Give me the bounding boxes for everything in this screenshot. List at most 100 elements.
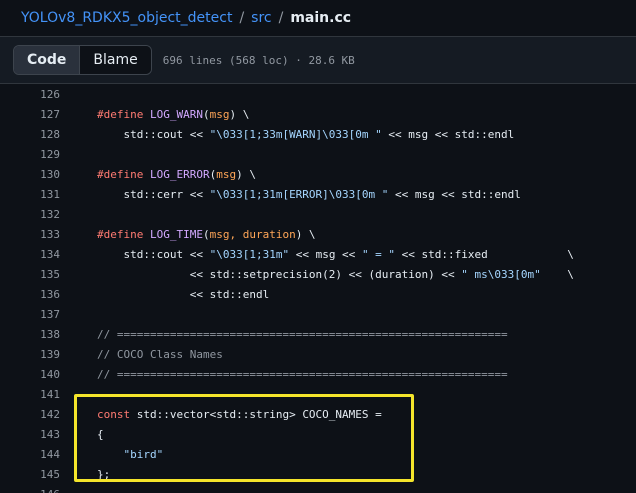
code-line: 126 [0,85,636,105]
code-token: ( [202,228,210,241]
code-token: << msg << std::endl [381,128,515,141]
code-token: << std::setprecision(2) << (duration) << [97,268,462,281]
code-token: LOG_TIME [149,228,203,241]
line-number[interactable]: 144 [0,445,60,465]
line-number[interactable]: 134 [0,245,60,265]
line-number[interactable]: 146 [0,485,60,493]
line-content: << std::setprecision(2) << (duration) <<… [97,265,574,285]
line-content: // COCO Class Names [97,345,223,365]
breadcrumb-folder-link[interactable]: src [251,10,271,26]
line-number[interactable]: 142 [0,405,60,425]
line-number[interactable]: 129 [0,145,60,165]
line-number[interactable]: 136 [0,285,60,305]
code-token: << std::endl [97,288,270,301]
code-token: LOG_WARN [149,108,203,121]
code-line: 130 #define LOG_ERROR(msg) \ [0,165,636,185]
code-token: ) \ [295,228,316,241]
code-token: ) \ [236,168,256,181]
line-number[interactable]: 127 [0,105,60,125]
code-line: 139 // COCO Class Names [0,345,636,365]
line-content: #define LOG_WARN(msg) \ [97,105,249,125]
code-token: "\033[1;31m[ERROR]\033[0m " [209,188,389,201]
code-token: ( [202,108,210,121]
code-line: 143 { [0,425,636,445]
line-content: { [97,425,104,445]
code-line: 146 [0,485,636,493]
code-token: // COCO Class Names [97,348,223,361]
line-content: // =====================================… [97,325,508,345]
line-number[interactable]: 135 [0,265,60,285]
code-token: "\033[1;33m[WARN]\033[0m " [209,128,382,141]
code-line: 133 #define LOG_TIME(msg, duration) \ [0,225,636,245]
breadcrumb-separator: / [239,10,245,26]
code-token: " ms\033[0m" [461,268,541,281]
code-line: 138 // ==================================… [0,325,636,345]
line-number[interactable]: 139 [0,345,60,365]
code-token: msg, duration [209,228,296,241]
breadcrumb-repo-link[interactable]: YOLOv8_RDKX5_object_detect [21,10,232,26]
line-content: std::cerr << "\033[1;31m[ERROR]\033[0m "… [97,185,520,205]
code-token: << std::fixed \ [395,248,574,261]
code-token: std::vector<std::string> COCO_NAMES = [136,408,382,421]
line-content: }; [97,465,110,485]
line-number[interactable]: 140 [0,365,60,385]
code-line: 137 [0,305,636,325]
view-mode-toggle: Code Blame [13,45,152,75]
line-content: std::cout << "\033[1;33m[WARN]\033[0m " … [97,125,514,145]
line-content: // =====================================… [97,365,508,385]
breadcrumb-separator: / [278,10,284,26]
code-token: " = " [361,248,396,261]
code-line: 135 << std::setprecision(2) << (duration… [0,265,636,285]
code-line: 134 std::cout << "\033[1;31m" << msg << … [0,245,636,265]
line-number[interactable]: 133 [0,225,60,245]
code-line: 127 #define LOG_WARN(msg) \ [0,105,636,125]
code-token: ) \ [229,108,250,121]
breadcrumb-current-file: main.cc [290,10,352,26]
code-token: "bird" [123,448,164,461]
code-line: 144 "bird" [0,445,636,465]
line-number[interactable]: 141 [0,385,60,405]
line-number[interactable]: 137 [0,305,60,325]
code-token: std::cerr << [97,188,210,201]
code-token: #define [97,228,150,241]
line-number[interactable]: 132 [0,205,60,225]
code-token: std::cout << [97,248,210,261]
code-token: \ [540,268,574,281]
file-meta-info: 696 lines (568 loc) · 28.6 KB [162,53,355,67]
line-number[interactable]: 145 [0,465,60,485]
blame-tab-button[interactable]: Blame [80,46,151,74]
line-content: "bird" [97,445,164,465]
code-line: 128 std::cout << "\033[1;33m[WARN]\033[0… [0,125,636,145]
code-token: msg [216,168,237,181]
line-number[interactable]: 131 [0,185,60,205]
line-content: std::cout << "\033[1;31m" << msg << " = … [97,245,574,265]
code-line: 131 std::cerr << "\033[1;31m[ERROR]\033[… [0,185,636,205]
line-content: << std::endl [97,285,269,305]
code-token: << msg << [289,248,362,261]
code-token: #define [97,168,150,181]
code-line: 140 // ==================================… [0,365,636,385]
file-header: Code Blame 696 lines (568 loc) · 28.6 KB [0,36,636,84]
line-content: #define LOG_TIME(msg, duration) \ [97,225,316,245]
line-number[interactable]: 128 [0,125,60,145]
line-content: const std::vector<std::string> COCO_NAME… [97,405,382,425]
code-token: LOG_ERROR [149,168,210,181]
code-token: const [97,408,137,421]
code-token: // =====================================… [97,328,508,341]
code-token: "\033[1;31m" [209,248,290,261]
line-number[interactable]: 138 [0,325,60,345]
code-token: #define [97,108,150,121]
line-number[interactable]: 130 [0,165,60,185]
code-line: 132 [0,205,636,225]
breadcrumb: YOLOv8_RDKX5_object_detect / src / main.… [0,0,636,36]
code-tab-button[interactable]: Code [14,46,81,74]
code-token: std::cout << [97,128,210,141]
code-line: 141 [0,385,636,405]
line-number[interactable]: 126 [0,85,60,105]
code-line: 142 const std::vector<std::string> COCO_N… [0,405,636,425]
code-token: }; [97,468,111,481]
line-number[interactable]: 143 [0,425,60,445]
code-line: 136 << std::endl [0,285,636,305]
code-token: msg [209,108,230,121]
